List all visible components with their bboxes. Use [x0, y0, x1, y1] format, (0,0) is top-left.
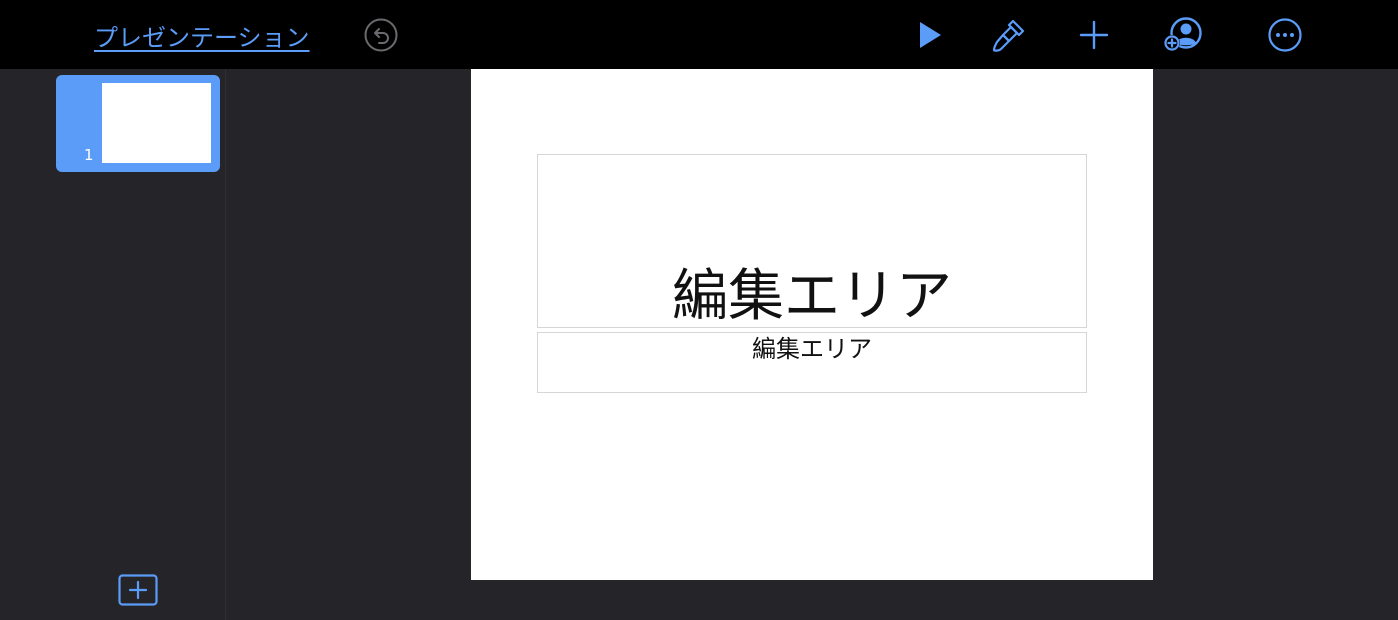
paintbrush-icon: [989, 15, 1029, 55]
slide-thumbnail-preview[interactable]: [102, 83, 211, 163]
add-slide-button[interactable]: [118, 574, 158, 606]
format-button[interactable]: [987, 14, 1031, 56]
slide-title-text: 編集エリア: [672, 264, 952, 329]
slide-number: 1: [84, 146, 94, 164]
collaborate-button[interactable]: [1162, 14, 1206, 56]
play-button[interactable]: [906, 14, 950, 56]
document-title-link[interactable]: プレゼンテーション: [94, 18, 310, 53]
more-button[interactable]: [1263, 14, 1307, 56]
add-button[interactable]: [1072, 14, 1116, 56]
add-person-icon: [1162, 15, 1206, 55]
slide-subtitle-text: 編集エリア: [752, 335, 872, 363]
undo-button[interactable]: [359, 14, 403, 56]
play-icon: [912, 19, 944, 51]
plus-icon: [1078, 19, 1110, 51]
ellipsis-circle-icon: [1267, 17, 1303, 53]
plus-square-icon: [118, 574, 158, 610]
top-toolbar: プレゼンテーション: [0, 0, 1398, 69]
undo-icon: [363, 17, 399, 53]
